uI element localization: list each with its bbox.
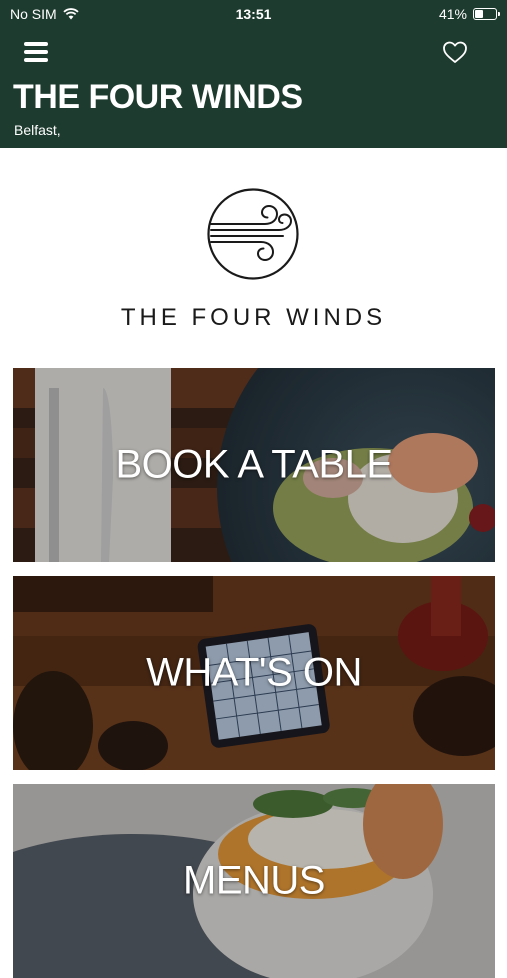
menus-label: MENUS [183,858,325,903]
hamburger-menu-icon[interactable] [24,42,48,62]
battery-fill [475,10,483,18]
heart-outline-icon[interactable] [441,38,469,66]
location-subtitle: Belfast, [14,122,61,138]
logo-wordmark: THE FOUR WINDS [120,304,387,331]
book-a-table-label: BOOK A TABLE [115,442,393,487]
battery-icon [473,8,500,20]
wind-logo-icon [207,188,299,280]
status-bar: No SIM 13:51 41% [0,0,507,28]
clock: 13:51 [235,6,272,22]
app-header: No SIM 13:51 41% THE FOUR WINDS Belfast, [0,0,507,148]
whats-on-label: WHAT'S ON [146,650,362,695]
book-a-table-tile[interactable]: BOOK A TABLE [13,368,495,562]
whats-on-tile[interactable]: WHAT'S ON [13,576,495,770]
menus-tile[interactable]: MENUS [13,784,495,978]
battery-percent: 41% [438,6,467,22]
status-right: 41% [438,6,500,22]
page-title: THE FOUR WINDS [13,78,303,116]
